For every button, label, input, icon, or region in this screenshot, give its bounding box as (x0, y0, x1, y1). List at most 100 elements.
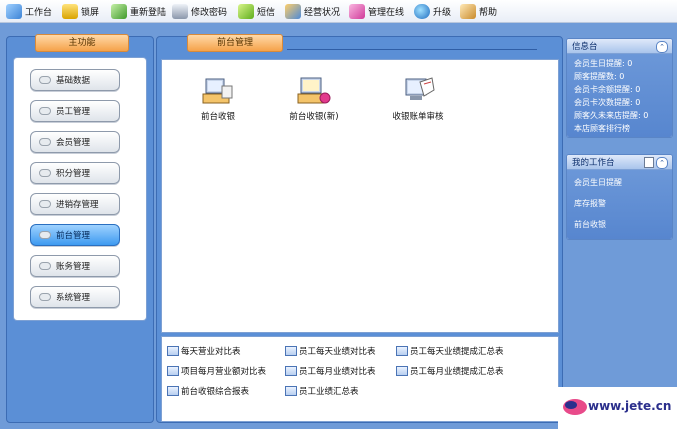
report-link[interactable]: 员工每月业绩对比表 (285, 365, 376, 377)
toolbar-relogin-button[interactable]: 重新登陆 (111, 2, 166, 20)
toolbar-online-button[interactable]: 管理在线 (349, 2, 404, 20)
toolbar-workbench-button[interactable]: 工作台 (6, 2, 52, 20)
nav-item-basic-data[interactable]: 基础数据 (30, 69, 120, 91)
cashier-button[interactable]: 前台收银 (178, 76, 258, 122)
workbench-link[interactable]: 会员生日提醒 (574, 172, 672, 193)
ranking-link[interactable]: 本店顾客排行榜 (574, 122, 672, 135)
nav-item-inventory[interactable]: 进销存管理 (30, 193, 120, 215)
toolbar-upgrade-button[interactable]: 升级 (414, 2, 451, 20)
toolbar-sms-button[interactable]: 短信 (238, 2, 275, 20)
toolbar-change-password-label: 修改密码 (191, 7, 228, 18)
bullet-icon (39, 76, 51, 84)
report-label: 项目每月营业额对比表 (181, 367, 267, 377)
online-icon (349, 3, 365, 19)
report-icon (396, 366, 408, 376)
report-label: 员工业绩汇总表 (299, 387, 359, 397)
report-icon (167, 386, 179, 396)
workbench-link[interactable]: 库存报警 (574, 193, 672, 214)
top-toolbar: 工作台 锁屏 重新登陆 修改密码 短信 经营状况 管理在线 升级 帮助 (0, 0, 677, 23)
bullet-icon (39, 293, 51, 301)
info-panel: 信息台 ⌃ 会员生日提醒: 0 顾客提醒数: 0 会员卡余额提醒: 0 会员卡次… (566, 38, 673, 138)
report-link[interactable]: 项目每月营业额对比表 (167, 365, 266, 377)
cashier-new-button[interactable]: 前台收银(新) (274, 76, 354, 122)
report-label: 每天营业对比表 (181, 347, 241, 357)
nav-item-label: 前台管理 (56, 231, 91, 241)
nav-item-accounts[interactable]: 账务管理 (30, 255, 120, 277)
toolbar-business-button[interactable]: 经营状况 (285, 2, 340, 20)
watermark-logo-icon (563, 399, 587, 415)
bullet-icon (39, 107, 51, 115)
report-icon (285, 386, 297, 396)
workbench-panel-title: 我的工作台 (572, 158, 615, 168)
bullet-icon (39, 138, 51, 146)
report-icon (396, 346, 408, 356)
toolbar-online-label: 管理在线 (368, 7, 405, 18)
report-label: 前台收银综合报表 (181, 387, 250, 397)
cashier-new-label: 前台收银(新) (289, 112, 339, 122)
toolbar-lock-button[interactable]: 锁屏 (62, 2, 99, 20)
nav-item-front-desk[interactable]: 前台管理 (30, 224, 120, 246)
sms-icon (238, 3, 254, 19)
workbench-link[interactable]: 前台收银 (574, 214, 672, 235)
collapse-icon[interactable]: ⌃ (656, 41, 668, 53)
help-icon (460, 3, 476, 19)
globe-icon (414, 3, 430, 19)
business-icon (285, 3, 301, 19)
toolbar-upgrade-label: 升级 (433, 7, 452, 18)
nav-item-points[interactable]: 积分管理 (30, 162, 120, 184)
nav-item-members[interactable]: 会员管理 (30, 131, 120, 153)
report-link[interactable]: 前台收银综合报表 (167, 385, 249, 397)
bill-review-label: 收银账单审核 (392, 112, 444, 122)
toolbar-sms-label: 短信 (257, 7, 276, 18)
info-panel-title: 信息台 (572, 42, 598, 52)
bill-review-button[interactable]: 收银账单审核 (378, 76, 458, 122)
sidebar-title: 主功能 (35, 34, 129, 52)
workbench-panel-header: 我的工作台 ⌃ (567, 155, 672, 170)
report-link[interactable]: 员工每天业绩对比表 (285, 345, 376, 357)
watermark: www.jete.cn (558, 387, 677, 429)
info-line: 会员卡余额提醒: 0 (574, 85, 641, 94)
cashier-icon (198, 76, 238, 108)
title-divider (287, 49, 537, 50)
report-icon (285, 346, 297, 356)
lock-icon (62, 3, 78, 19)
nav-item-label: 会员管理 (56, 138, 91, 148)
report-link[interactable]: 员工每天业绩提成汇总表 (396, 345, 504, 357)
sidebar: 主功能 基础数据 员工管理 会员管理 积分管理 进销存管理 前台管理 账务管理 … (6, 34, 154, 423)
toolbar-relogin-label: 重新登陆 (130, 7, 167, 18)
toolbar-lock-label: 锁屏 (81, 7, 100, 18)
keyboard-icon (172, 3, 188, 19)
info-line: 顾客久未来店提醒: 0 (574, 111, 649, 120)
main-frame: 主功能 基础数据 员工管理 会员管理 积分管理 进销存管理 前台管理 账务管理 … (0, 23, 677, 429)
bullet-icon (39, 200, 51, 208)
toolbar-change-password-button[interactable]: 修改密码 (172, 2, 227, 20)
workbench-panel-body: 会员生日提醒 库存报警 前台收银 (567, 170, 672, 239)
nav-item-staff[interactable]: 员工管理 (30, 100, 120, 122)
info-panel-header: 信息台 ⌃ (567, 39, 672, 54)
report-label: 员工每月业绩提成汇总表 (410, 367, 504, 377)
info-line: 会员生日提醒: 0 (574, 59, 633, 68)
bullet-icon (39, 169, 51, 177)
report-list: 每天营业对比表 员工每天业绩对比表 员工每天业绩提成汇总表 项目每月营业额对比表… (161, 336, 559, 422)
report-label: 员工每月业绩对比表 (299, 367, 376, 377)
edit-icon[interactable] (644, 157, 654, 168)
bill-review-icon (398, 76, 438, 108)
toolbar-workbench-label: 工作台 (25, 7, 53, 18)
report-icon (167, 366, 179, 376)
sidebar-nav: 基础数据 员工管理 会员管理 积分管理 进销存管理 前台管理 账务管理 系统管理 (13, 57, 147, 321)
nav-item-label: 积分管理 (56, 169, 91, 179)
report-link[interactable]: 每天营业对比表 (167, 345, 241, 357)
report-label: 员工每天业绩提成汇总表 (410, 347, 504, 357)
info-line: 会员卡次数提醒: 0 (574, 98, 641, 107)
watermark-text: www.jete.cn (588, 399, 672, 413)
cashier-new-icon (294, 76, 334, 108)
info-line: 顾客提醒数: 0 (574, 72, 625, 81)
toolbar-help-button[interactable]: 帮助 (460, 2, 497, 20)
report-icon (285, 366, 297, 376)
collapse-icon[interactable]: ⌃ (656, 157, 668, 169)
relogin-icon (111, 3, 127, 19)
report-link[interactable]: 员工业绩汇总表 (285, 385, 359, 397)
workbench-panel: 我的工作台 ⌃ 会员生日提醒 库存报警 前台收银 (566, 154, 673, 240)
report-link[interactable]: 员工每月业绩提成汇总表 (396, 365, 504, 377)
nav-item-system[interactable]: 系统管理 (30, 286, 120, 308)
